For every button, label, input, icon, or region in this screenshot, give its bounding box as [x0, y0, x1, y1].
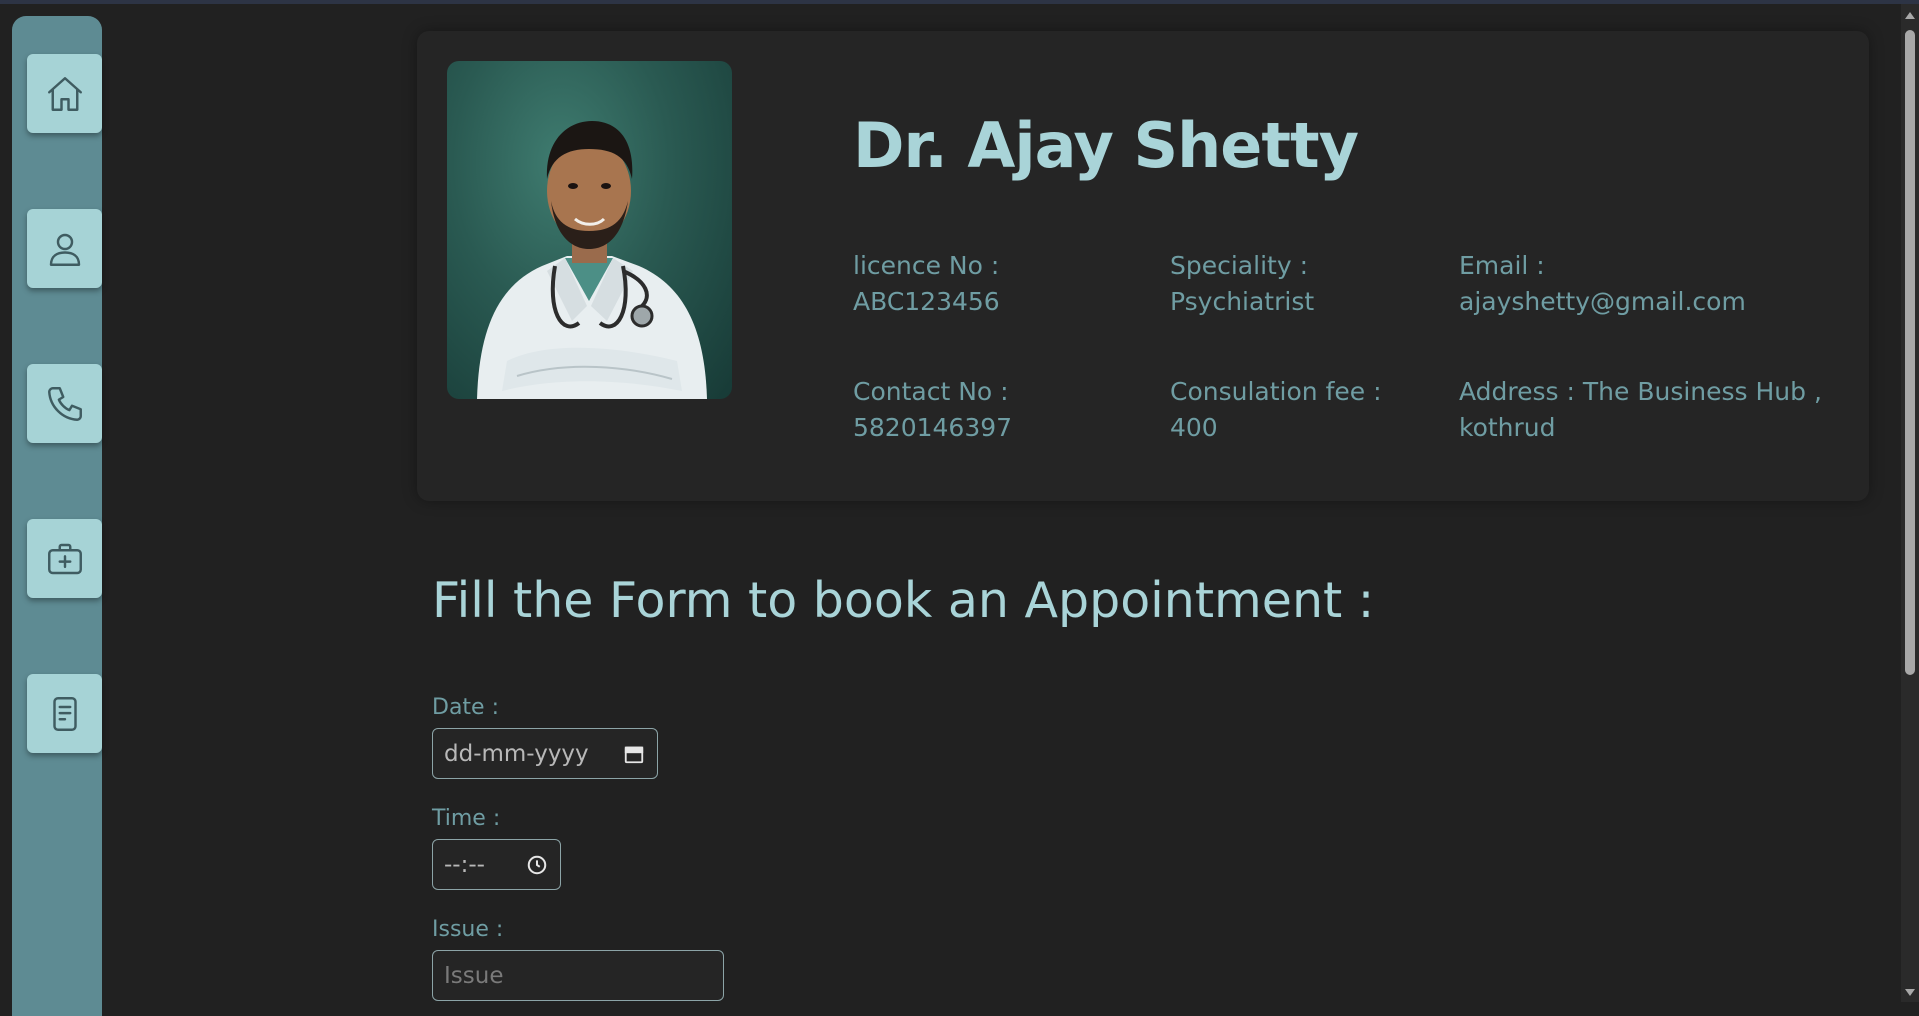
date-label: Date :: [432, 695, 499, 720]
sidebar-item-appointments[interactable]: [27, 519, 102, 598]
contact-value: 5820146397: [853, 413, 1013, 442]
fee-value: 400: [1170, 413, 1218, 442]
speciality-value: Psychiatrist: [1170, 287, 1315, 316]
doctor-profile-card: Dr. Ajay Shetty licence No : ABC123456 S…: [417, 31, 1869, 501]
scroll-thumb[interactable]: [1905, 30, 1915, 675]
document-icon: [52, 696, 77, 731]
licence-label: licence No :: [853, 251, 1000, 280]
issue-label: Issue :: [432, 917, 504, 942]
issue-input[interactable]: Issue: [432, 950, 724, 1001]
address-line2: kothrud: [1459, 413, 1556, 442]
scroll-up-arrow-icon[interactable]: [1905, 12, 1915, 19]
window-top-border: [0, 0, 1919, 4]
speciality-info: Speciality : Psychiatrist: [1170, 248, 1314, 320]
email-info: Email : ajayshetty@gmail.com: [1459, 248, 1746, 320]
address-line1: Address : The Business Hub ,: [1459, 377, 1822, 406]
phone-icon: [47, 386, 82, 421]
doctor-portrait-illustration: [477, 121, 707, 399]
sidebar-item-home[interactable]: [27, 54, 102, 133]
time-input[interactable]: --:--: [432, 839, 561, 890]
scroll-down-arrow-icon[interactable]: [1905, 989, 1915, 996]
contact-label: Contact No :: [853, 377, 1009, 406]
email-value: ajayshetty@gmail.com: [1459, 287, 1746, 316]
user-icon: [49, 233, 80, 266]
sidebar-item-contact[interactable]: [27, 364, 102, 443]
time-label: Time :: [432, 806, 501, 831]
sidebar-item-profile[interactable]: [27, 209, 102, 288]
contact-info: Contact No : 5820146397: [853, 374, 1012, 446]
date-input[interactable]: dd-mm-yyyy: [432, 728, 658, 779]
appointment-form-title: Fill the Form to book an Appointment :: [432, 572, 1375, 629]
medical-kit-icon: [47, 543, 82, 574]
time-placeholder: --:--: [444, 851, 485, 878]
clock-icon[interactable]: [525, 853, 549, 877]
issue-placeholder: Issue: [444, 962, 504, 989]
fee-info: Consulation fee : 400: [1170, 374, 1382, 446]
page-scrollbar[interactable]: [1901, 4, 1919, 1002]
date-placeholder: dd-mm-yyyy: [444, 740, 589, 767]
email-label: Email :: [1459, 251, 1545, 280]
home-icon: [47, 76, 82, 111]
doctor-name: Dr. Ajay Shetty: [853, 109, 1359, 182]
licence-info: licence No : ABC123456: [853, 248, 1000, 320]
doctor-photo: [447, 61, 732, 399]
address-info: Address : The Business Hub , kothrud: [1459, 374, 1822, 446]
sidebar: [12, 16, 102, 1016]
speciality-label: Speciality :: [1170, 251, 1308, 280]
licence-value: ABC123456: [853, 287, 1000, 316]
fee-label: Consulation fee :: [1170, 377, 1382, 406]
calendar-icon[interactable]: [622, 742, 646, 766]
sidebar-item-records[interactable]: [27, 674, 102, 753]
